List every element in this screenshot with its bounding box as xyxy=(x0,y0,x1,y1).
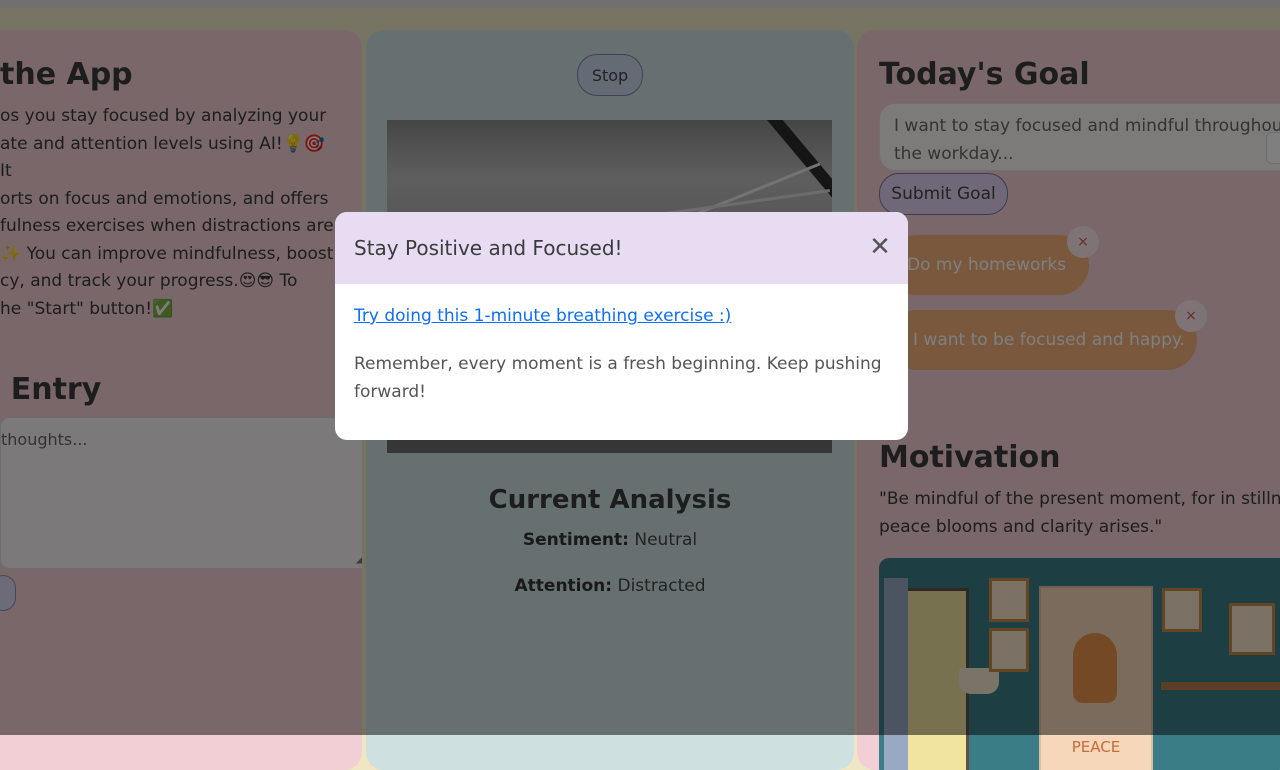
modal-message: Remember, every moment is a fresh beginn… xyxy=(354,354,882,402)
motivation-modal: Stay Positive and Focused! ✕ Try doing t… xyxy=(335,212,908,440)
modal-header: Stay Positive and Focused! ✕ xyxy=(335,212,908,284)
close-icon[interactable]: ✕ xyxy=(863,230,897,264)
poster-text: PEACE xyxy=(1071,738,1121,756)
modal-title: Stay Positive and Focused! xyxy=(354,236,623,260)
breathing-exercise-link[interactable]: Try doing this 1-minute breathing exerci… xyxy=(354,306,731,326)
